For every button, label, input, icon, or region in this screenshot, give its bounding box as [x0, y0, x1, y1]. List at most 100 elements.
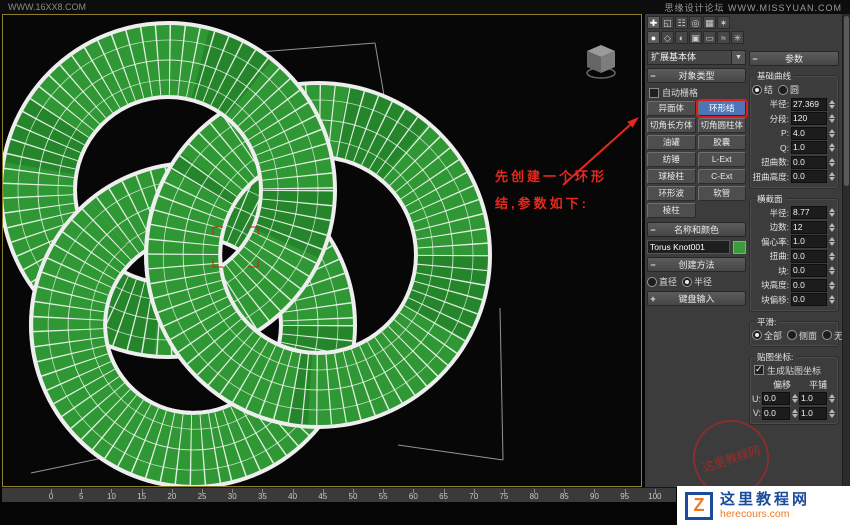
rollout-keyboard-entry[interactable]: + 键盘输入: [647, 291, 746, 306]
object-type-button[interactable]: C-Ext: [697, 169, 746, 184]
object-type-button[interactable]: 软管: [697, 186, 746, 201]
timeline-tick[interactable]: 10: [96, 489, 126, 501]
autogrid-checkbox[interactable]: [649, 87, 659, 98]
spinner-arrows[interactable]: [828, 114, 836, 123]
param-value-field[interactable]: 0.0: [791, 155, 827, 169]
timeline-tick[interactable]: 60: [398, 489, 428, 501]
timeline-tick[interactable]: 0: [36, 489, 66, 501]
timeline-tick[interactable]: 85: [549, 489, 579, 501]
timeline-tick[interactable]: 45: [308, 489, 338, 501]
helpers-icon[interactable]: ▭: [703, 31, 716, 44]
radio-option[interactable]: 全部: [752, 329, 782, 342]
geometry-icon[interactable]: ●: [647, 31, 660, 44]
view-cube-icon[interactable]: [586, 45, 616, 79]
rollout-parameters[interactable]: − 参数: [749, 51, 839, 66]
object-type-button[interactable]: 切角圆柱体: [697, 118, 746, 133]
timeline-tick[interactable]: 95: [610, 489, 640, 501]
scrollbar-thumb[interactable]: [844, 16, 849, 186]
spinner-arrows[interactable]: [828, 208, 836, 217]
object-type-button[interactable]: 球棱柱: [647, 169, 696, 184]
timeline-tick[interactable]: 80: [519, 489, 549, 501]
cameras-icon[interactable]: ▣: [689, 31, 702, 44]
offset-field[interactable]: 0.0: [762, 406, 790, 420]
object-type-button[interactable]: 环形波: [647, 186, 696, 201]
timeline-tick[interactable]: 20: [157, 489, 187, 501]
timeline-tick[interactable]: 25: [187, 489, 217, 501]
autogrid-row[interactable]: 自动栅格: [647, 86, 746, 99]
radio-option[interactable]: 结: [752, 83, 773, 96]
object-type-button[interactable]: 纺锤: [647, 152, 696, 167]
modify-tab-icon[interactable]: ◱: [661, 16, 674, 29]
chevron-down-icon[interactable]: ▼: [732, 50, 746, 65]
spinner-arrows[interactable]: [828, 157, 836, 167]
space-warps-icon[interactable]: ≈: [717, 31, 730, 44]
timeline-tick[interactable]: 15: [127, 489, 157, 501]
spinner-arrows[interactable]: [828, 394, 836, 403]
spinner-arrows[interactable]: [828, 99, 836, 109]
object-type-button[interactable]: 异面体: [647, 101, 696, 116]
shapes-icon[interactable]: ◇: [661, 31, 674, 44]
torus-knot-object[interactable]: [3, 21, 492, 486]
main-viewport[interactable]: 先创建一个环形 结,参数如下:: [2, 14, 642, 487]
radio-option[interactable]: 圆: [778, 83, 799, 96]
spinner-arrows[interactable]: [828, 172, 836, 181]
utilities-tab-icon[interactable]: ✶: [717, 16, 730, 29]
offset-field[interactable]: 0.0: [762, 392, 790, 405]
radio-option[interactable]: 侧面: [787, 329, 817, 342]
param-value-field[interactable]: 0.0: [791, 249, 827, 263]
display-tab-icon[interactable]: ▦: [703, 16, 716, 29]
object-type-button[interactable]: 油罐: [647, 135, 696, 150]
param-value-field[interactable]: 1.0: [791, 235, 827, 248]
subcategory-dropdown[interactable]: 扩展基本体 ▼: [647, 50, 746, 65]
spinner-arrows[interactable]: [828, 128, 836, 138]
lights-icon[interactable]: ◐: [675, 31, 688, 44]
spinner-arrows[interactable]: [828, 251, 836, 261]
timeline-tick[interactable]: 50: [338, 489, 368, 501]
hierarchy-tab-icon[interactable]: ☷: [675, 16, 688, 29]
spinner-arrows[interactable]: [791, 408, 799, 418]
create-tab-icon[interactable]: ✚: [647, 16, 660, 29]
timeline-tick[interactable]: 55: [368, 489, 398, 501]
systems-icon[interactable]: ✳: [731, 31, 744, 44]
generate-mapping-checkbox[interactable]: [754, 364, 764, 375]
spinner-arrows[interactable]: [828, 408, 836, 418]
timeline-tick[interactable]: 40: [278, 489, 308, 501]
object-type-button[interactable]: 棱柱: [647, 203, 696, 218]
param-value-field[interactable]: 0.0: [791, 293, 827, 306]
spinner-arrows[interactable]: [828, 280, 836, 290]
param-value-field[interactable]: 0.0: [791, 264, 827, 277]
rollout-object-type[interactable]: − 对象类型: [647, 68, 746, 83]
timeline-tick[interactable]: 75: [489, 489, 519, 501]
timeline[interactable]: 0 5 10 15 20 25 30 35 40 45 50 55 60 65 70 75 80 85 90 95 10…: [2, 487, 676, 502]
spinner-arrows[interactable]: [791, 394, 799, 403]
spinner-arrows[interactable]: [828, 143, 836, 152]
object-type-button[interactable]: 切角长方体: [647, 118, 696, 133]
spinner-arrows[interactable]: [828, 222, 836, 232]
object-type-button[interactable]: 环形结: [697, 101, 746, 116]
radio-option[interactable]: 直径: [647, 275, 677, 288]
object-name-field[interactable]: Torus Knot001: [647, 240, 730, 254]
spinner-arrows[interactable]: [828, 295, 836, 304]
object-type-button[interactable]: 胶囊: [697, 135, 746, 150]
rollout-creation-method[interactable]: − 创建方法: [647, 257, 746, 272]
timeline-tick[interactable]: 35: [247, 489, 277, 501]
param-value-field[interactable]: 1.0: [791, 141, 827, 154]
generate-mapping-row[interactable]: 生成贴图坐标: [752, 364, 836, 377]
timeline-tick[interactable]: 100: [640, 489, 670, 501]
radio-option[interactable]: 半径: [682, 275, 712, 288]
timeline-tick[interactable]: 30: [217, 489, 247, 501]
param-value-field[interactable]: 4.0: [791, 126, 827, 140]
param-value-field[interactable]: 27.369: [791, 97, 827, 111]
rollout-name-color[interactable]: − 名称和颜色: [647, 222, 746, 237]
tile-field[interactable]: 1.0: [799, 406, 827, 420]
panel-scrollbar[interactable]: [842, 14, 850, 487]
tile-field[interactable]: 1.0: [799, 392, 827, 405]
param-value-field[interactable]: 0.0: [791, 278, 827, 292]
param-value-field[interactable]: 8.77: [791, 206, 827, 219]
radio-option[interactable]: 无: [822, 329, 843, 342]
object-type-button[interactable]: L-Ext: [697, 152, 746, 167]
timeline-tick[interactable]: 5: [66, 489, 96, 501]
spinner-arrows[interactable]: [828, 237, 836, 246]
color-swatch[interactable]: [733, 240, 746, 254]
param-value-field[interactable]: 120: [791, 112, 827, 125]
